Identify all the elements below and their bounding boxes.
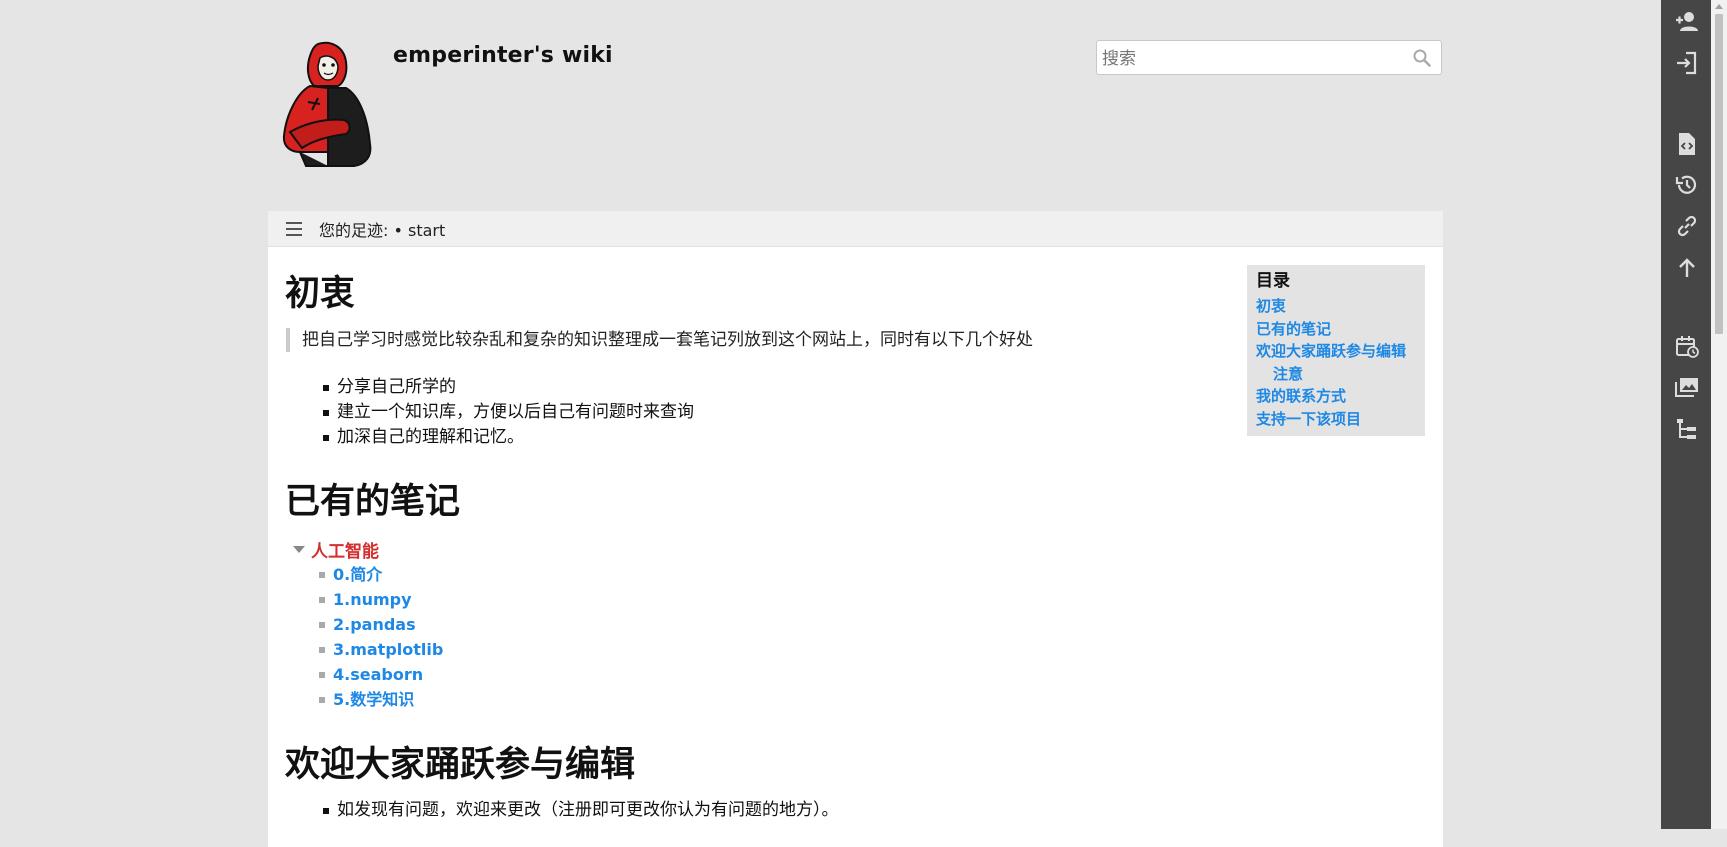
search-input[interactable] xyxy=(1100,43,1404,74)
heading-notes: 已有的笔记 xyxy=(285,482,461,522)
tree-item[interactable]: 0.简介 xyxy=(318,562,443,587)
page-tools-sidebar xyxy=(1661,0,1711,829)
tree-item-link[interactable]: 5.数学知识 xyxy=(333,690,414,709)
toc-link[interactable]: 欢迎大家踊跃参与编辑 xyxy=(1256,342,1406,360)
tree-category[interactable]: 人工智能 xyxy=(293,537,443,562)
breadcrumb: 您的足迹: • start xyxy=(268,211,1443,247)
tree-item-link[interactable]: 4.seaborn xyxy=(333,665,423,684)
recent-changes-icon[interactable] xyxy=(1674,334,1700,360)
toc-item[interactable]: 注意 xyxy=(1256,363,1416,386)
heading-intro: 初衷 xyxy=(285,274,356,314)
show-source-icon[interactable] xyxy=(1674,131,1700,157)
tree-item[interactable]: 5.数学知识 xyxy=(318,687,443,712)
caret-down-icon[interactable] xyxy=(293,546,305,553)
tree-item-link[interactable]: 0.简介 xyxy=(333,565,382,584)
history-icon[interactable] xyxy=(1674,172,1700,198)
login-icon[interactable] xyxy=(1674,50,1700,76)
search-box[interactable] xyxy=(1096,40,1442,75)
scroll-up-arrow-icon[interactable] xyxy=(1715,4,1723,9)
toc-item[interactable]: 已有的笔记 xyxy=(1256,318,1416,341)
backlinks-icon[interactable] xyxy=(1674,213,1700,239)
table-of-contents: 目录 初衷 已有的笔记 欢迎大家踊跃参与编辑 注意 我的联系方式 支持一下该项目 xyxy=(1247,265,1425,436)
list-item: 建立一个知识库，方便以后自己有问题时来查询 xyxy=(321,400,694,425)
scrollbar-thumb[interactable] xyxy=(1715,14,1723,334)
tree-item-link[interactable]: 1.numpy xyxy=(333,590,412,609)
heading-edit: 欢迎大家踊跃参与编辑 xyxy=(285,745,636,785)
back-to-top-icon[interactable] xyxy=(1674,255,1700,281)
notes-tree: 人工智能 0.简介 1.numpy 2.pandas 3.matplotlib … xyxy=(293,537,443,712)
site-wrapper: emperinter's wiki 您的足迹: • start 初衷 把自己学习… xyxy=(268,0,1443,847)
tree-item[interactable]: 1.numpy xyxy=(318,587,443,612)
toc-link[interactable]: 已有的笔记 xyxy=(1256,320,1331,338)
tree-category-label[interactable]: 人工智能 xyxy=(311,537,379,562)
tree-item-link[interactable]: 3.matplotlib xyxy=(333,640,443,659)
toc-link[interactable]: 注意 xyxy=(1273,365,1303,383)
toc-item[interactable]: 欢迎大家踊跃参与编辑 xyxy=(1256,340,1416,363)
site-logo[interactable] xyxy=(280,40,380,168)
scrollbar[interactable] xyxy=(1711,0,1727,829)
hamburger-menu-icon[interactable] xyxy=(286,221,302,236)
list-item: 如发现有问题，欢迎来更改（注册即可更改你认为有问题的地方）。 xyxy=(321,798,839,823)
media-manager-icon[interactable] xyxy=(1674,375,1700,401)
toc-item[interactable]: 支持一下该项目 xyxy=(1256,408,1416,431)
intro-quote: 把自己学习时感觉比较杂乱和复杂的知识整理成一套笔记列放到这个网站上，同时有以下几… xyxy=(286,328,1033,352)
toc-item[interactable]: 我的联系方式 xyxy=(1256,385,1416,408)
page-content: 初衷 把自己学习时感觉比较杂乱和复杂的知识整理成一套笔记列放到这个网站上，同时有… xyxy=(268,247,1443,847)
list-item: 加深自己的理解和记忆。 xyxy=(321,425,694,450)
breadcrumb-trail[interactable]: 您的足迹: • start xyxy=(319,217,445,241)
toc-link[interactable]: 我的联系方式 xyxy=(1256,387,1346,405)
site-header: emperinter's wiki xyxy=(268,0,1443,211)
toc-link[interactable]: 初衷 xyxy=(1256,297,1286,315)
toc-item[interactable]: 初衷 xyxy=(1256,295,1416,318)
toc-link[interactable]: 支持一下该项目 xyxy=(1256,410,1361,428)
register-icon[interactable] xyxy=(1674,9,1700,35)
sitemap-icon[interactable] xyxy=(1674,416,1700,442)
benefits-list: 分享自己所学的 建立一个知识库，方便以后自己有问题时来查询 加深自己的理解和记忆… xyxy=(321,375,694,450)
tree-item[interactable]: 4.seaborn xyxy=(318,662,443,687)
search-icon[interactable] xyxy=(1413,49,1431,67)
toc-title: 目录 xyxy=(1256,271,1290,291)
tree-item[interactable]: 2.pandas xyxy=(318,612,443,637)
hooded-mask-figure-logo-icon xyxy=(282,41,372,167)
edit-list: 如发现有问题，欢迎来更改（注册即可更改你认为有问题的地方）。 xyxy=(321,798,839,823)
list-item: 分享自己所学的 xyxy=(321,375,694,400)
tree-item-link[interactable]: 2.pandas xyxy=(333,615,416,634)
site-title[interactable]: emperinter's wiki xyxy=(393,43,613,68)
tree-item[interactable]: 3.matplotlib xyxy=(318,637,443,662)
